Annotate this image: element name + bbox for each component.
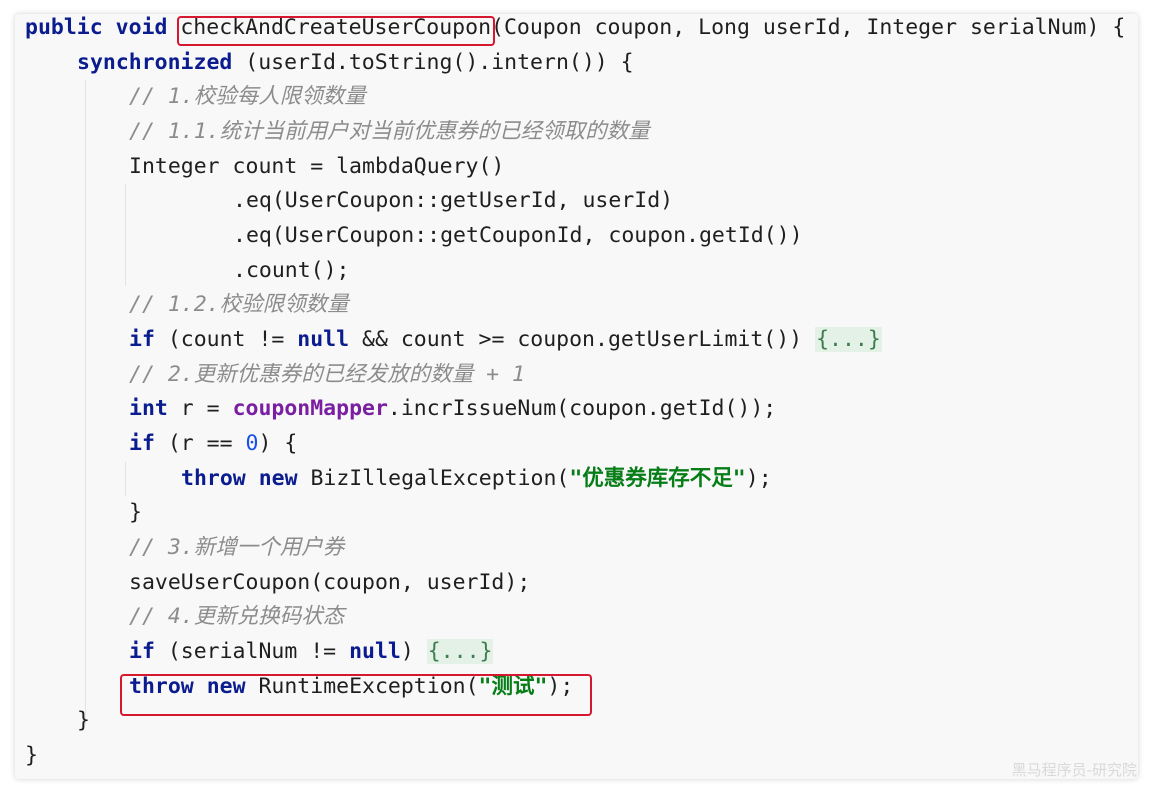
code-line: saveUserCoupon(coupon, userId); (129, 570, 531, 595)
code-editor-panel: public void checkAndCreateUserCoupon(Cou… (15, 14, 1138, 779)
code-line: int r = couponMapper.incrIssueNum(coupon… (129, 396, 777, 421)
comment-line: // 3.新增一个用户券 (129, 535, 345, 560)
code-line: .count(); (233, 258, 350, 283)
folded-block-toggle[interactable]: {...} (426, 639, 494, 664)
comment-line: // 1.2.校验限领数量 (129, 292, 349, 317)
watermark: 黑马程序员-研究院 (1011, 761, 1137, 779)
comment-line: // 2.更新优惠券的已经发放的数量 + 1 (129, 362, 525, 387)
folded-block-toggle[interactable]: {...} (815, 327, 882, 352)
code-line: .eq(UserCoupon::getCouponId, coupon.getI… (233, 223, 803, 248)
throw-statement-highlight-box (120, 674, 592, 716)
code-line: throw new BizIllegalException("优惠券库存不足")… (181, 466, 772, 491)
comment-line: // 1.校验每人限领数量 (129, 84, 366, 109)
code-line: } (77, 708, 90, 733)
code-text: public void checkAndCreateUserCoupon(Cou… (25, 14, 1138, 779)
code-line: if (r == 0) { (129, 431, 298, 456)
comment-line: // 4.更新兑换码状态 (129, 604, 345, 629)
code-line: .eq(UserCoupon::getUserId, userId) (233, 188, 674, 213)
code-line: if (count != null && count >= coupon.get… (129, 327, 882, 352)
comment-line: // 1.1.统计当前用户对当前优惠券的已经领取的数量 (129, 119, 650, 144)
code-line: if (serialNum != null) {...} (129, 639, 494, 664)
code-line: } (129, 500, 142, 525)
code-line: Integer count = lambdaQuery() (129, 154, 505, 179)
code-line: } (25, 743, 38, 768)
code-line-2: synchronized (userId.toString().intern()… (77, 50, 634, 75)
method-name-highlight-box (177, 16, 495, 46)
